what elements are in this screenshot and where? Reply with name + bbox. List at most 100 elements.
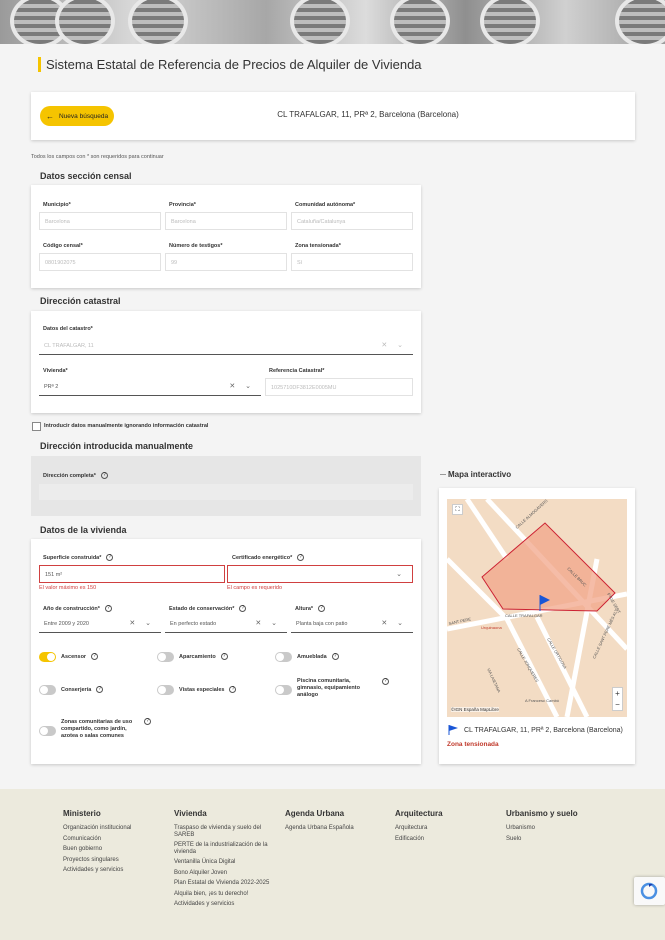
zonas-comunes-toggle[interactable]: [39, 726, 56, 736]
clear-chevron-icon[interactable]: ✕ ⌄: [381, 341, 407, 349]
help-icon[interactable]: ?: [331, 653, 339, 660]
ascensor-toggle[interactable]: [39, 652, 56, 662]
certificado-select[interactable]: ⌄: [227, 565, 413, 583]
footer-link[interactable]: Arquitectura: [395, 825, 495, 832]
footer-link[interactable]: Bono Alquiler Joven: [174, 870, 274, 877]
conserjeria-toggle[interactable]: [39, 685, 56, 695]
testigos-label: Número de testigos*: [169, 243, 223, 249]
altura-select[interactable]: Planta baja con patio ✕ ⌄: [291, 615, 413, 633]
help-icon[interactable]: ?: [144, 718, 151, 725]
footer-link[interactable]: Actividades y servicios: [174, 901, 274, 908]
superficie-label: Superficie construida*?: [43, 554, 114, 561]
clear-chevron-icon[interactable]: ✕ ⌄: [381, 619, 407, 627]
footer-link[interactable]: Traspaso de vivienda y suelo del SAREB: [174, 825, 274, 838]
footer-heading: Ministerio: [63, 809, 101, 818]
zoom-in-button[interactable]: +: [613, 688, 622, 699]
anio-select[interactable]: Entre 2009 y 2020 ✕ ⌄: [39, 615, 161, 633]
referencia-catastral-label: Referencia Catastral*: [269, 368, 325, 374]
footer-link[interactable]: PERTE de la industrialización de la vivi…: [174, 842, 274, 855]
datos-catastro-select[interactable]: CL TRAFALGAR, 11 ✕ ⌄: [39, 337, 413, 355]
map-title-rule: [440, 474, 446, 475]
conserjeria-label: Conserjería?: [61, 686, 104, 694]
clear-chevron-icon[interactable]: ✕ ⌄: [229, 382, 255, 390]
footer-link[interactable]: Edificación: [395, 836, 495, 843]
piscina-toggle[interactable]: [275, 685, 292, 695]
vistas-toggle[interactable]: [157, 685, 174, 695]
help-icon[interactable]: ?: [297, 554, 305, 561]
certificado-label: Certificado energético*?: [232, 554, 305, 561]
superficie-input[interactable]: 151 m²: [39, 565, 225, 583]
catastral-section-title: Dirección catastral: [40, 296, 121, 306]
codigo-censal-label: Código censal*: [43, 243, 83, 249]
recaptcha-badge[interactable]: [634, 877, 665, 905]
zoom-controls: + −: [612, 687, 623, 711]
map-canvas: CALLE ALMOGÀVERS CALLE BRUC CALLE TRAFAL…: [447, 499, 627, 717]
chevron-down-icon: ⌄: [396, 571, 406, 578]
manual-address-label: Dirección completa*?: [43, 472, 108, 479]
comunidad-field: Cataluña/Catalunya: [291, 212, 413, 230]
footer-link[interactable]: Actividades y servicios: [63, 867, 163, 874]
zona-tensionada-label: Zona tensionada*: [295, 243, 341, 249]
footer-link[interactable]: Plan Estatal de Vivienda 2022-2025: [174, 880, 274, 887]
vivienda-card: Superficie construida*? 151 m² El valor …: [31, 539, 421, 764]
manual-section-title: Dirección introducida manualmente: [40, 441, 194, 451]
footer-link[interactable]: Comunicación: [63, 836, 163, 843]
footer-link[interactable]: Buen gobierno: [63, 846, 163, 853]
manual-data-checkbox[interactable]: [32, 422, 41, 431]
anio-label: Año de construcción*?: [43, 605, 112, 612]
footer-link[interactable]: Organización institucional: [63, 825, 163, 832]
zoom-out-button[interactable]: −: [613, 699, 622, 710]
footer-col-ministerio: Ministerio Organización institucional Co…: [63, 809, 163, 878]
piscina-label: Piscina comunitaria, gimnasio, equipamie…: [297, 678, 360, 698]
help-icon[interactable]: ?: [96, 686, 104, 693]
manual-address-input: [39, 484, 413, 500]
testigos-field: 99: [165, 253, 287, 271]
map-title: Mapa interactivo: [448, 470, 512, 479]
estado-select[interactable]: En perfecto estado ✕ ⌄: [165, 615, 287, 633]
help-icon[interactable]: ?: [106, 554, 114, 561]
clear-chevron-icon[interactable]: ✕ ⌄: [129, 619, 155, 627]
zonas-comunes-label: Zonas comunitarias de uso compartido, co…: [61, 719, 133, 739]
flag-icon: [448, 725, 458, 735]
interactive-map[interactable]: CALLE ALMOGÀVERS CALLE BRUC CALLE TRAFAL…: [447, 499, 627, 717]
fullscreen-icon[interactable]: ⛶: [452, 504, 463, 515]
banner-decoration: [128, 0, 188, 44]
help-icon[interactable]: ?: [220, 653, 228, 660]
vivienda-select[interactable]: PRª 2 ✕ ⌄: [39, 378, 261, 396]
help-icon[interactable]: ?: [104, 605, 112, 612]
help-icon[interactable]: ?: [318, 605, 326, 612]
search-card: ← Nueva búsqueda CL TRAFALGAR, 11, PRª 2…: [31, 92, 635, 140]
aparcamiento-toggle[interactable]: [157, 652, 174, 662]
census-card: Municipio* Barcelona Provincia* Barcelon…: [31, 185, 421, 288]
census-section-title: Datos sección censal: [40, 171, 132, 181]
referencia-catastral-field: 1025710DF3812E0005MU: [265, 378, 413, 396]
zone-tensionada-text: Zona tensionada: [447, 741, 499, 748]
amueblada-toggle[interactable]: [275, 652, 292, 662]
map-attribution[interactable]: ©IGN España MapLibre: [451, 707, 499, 712]
footer-link[interactable]: Ventanilla Única Digital: [174, 859, 274, 866]
provincia-field: Barcelona: [165, 212, 287, 230]
help-icon[interactable]: ?: [229, 686, 237, 693]
help-icon[interactable]: ?: [382, 678, 389, 685]
footer-link[interactable]: Alquila bien, ¡es tu derecho!: [174, 891, 274, 898]
footer-link[interactable]: Agenda Urbana Española: [285, 825, 385, 832]
manual-data-checkbox-label[interactable]: Introducir datos manualmente ignorando i…: [44, 423, 208, 429]
footer-heading: Urbanismo y suelo: [506, 809, 578, 818]
superficie-error: El valor máximo es 150: [39, 585, 97, 591]
altura-label: Altura*?: [295, 605, 326, 612]
municipio-field: Barcelona: [39, 212, 161, 230]
aparcamiento-label: Aparcamiento?: [179, 653, 228, 661]
footer-link[interactable]: Proyectos singulares: [63, 857, 163, 864]
vivienda-label: Vivienda*: [43, 368, 68, 374]
footer-col-vivienda: Vivienda Traspaso de vivienda y suelo de…: [174, 809, 274, 912]
help-icon[interactable]: ?: [100, 472, 108, 479]
help-icon[interactable]: ?: [239, 605, 247, 612]
footer-link[interactable]: Suelo: [506, 836, 606, 843]
header-banner-image: [0, 0, 665, 44]
footer-link[interactable]: Urbanismo: [506, 825, 606, 832]
clear-chevron-icon[interactable]: ✕ ⌄: [255, 619, 281, 627]
vistas-label: Vistas especiales?: [179, 686, 237, 694]
help-icon[interactable]: ?: [91, 653, 99, 660]
street-label: A Francesc Cambó: [525, 698, 560, 703]
footer-heading: Agenda Urbana: [285, 809, 345, 818]
